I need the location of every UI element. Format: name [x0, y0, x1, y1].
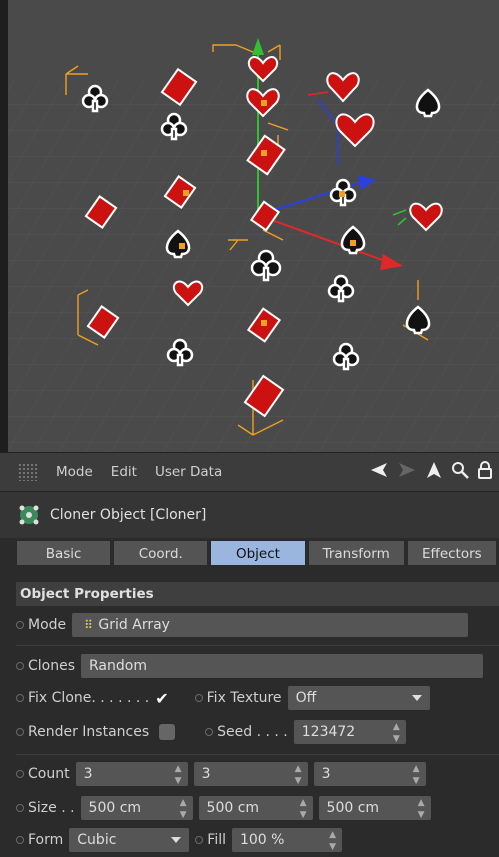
count-x-field[interactable]: 3 ▲ ▼	[75, 762, 188, 787]
divider	[16, 645, 499, 646]
viewport-scene	[8, 0, 499, 452]
size-label: Size . .	[28, 800, 75, 816]
animate-dot-icon[interactable]	[16, 836, 24, 844]
form-value: Cubic	[77, 832, 117, 848]
render-instances-checkbox[interactable]	[159, 724, 176, 740]
cloner-icon	[19, 505, 39, 525]
animate-dot-icon[interactable]	[16, 804, 24, 812]
stepper-icon[interactable]: ▲ ▼	[413, 762, 420, 787]
fill-label: Fill	[207, 832, 226, 848]
count-y-value: 3	[201, 766, 211, 782]
fill-field[interactable]: 100 % ▲ ▼	[231, 828, 342, 853]
count-row: Count 3 ▲ ▼ 3 ▲ ▼ 3 ▲ ▼	[16, 760, 426, 788]
render-instances-label: Render Instances	[28, 724, 150, 740]
menu-user-data[interactable]: User Data	[155, 464, 222, 480]
count-z-field[interactable]: 3 ▲ ▼	[313, 762, 426, 787]
chevron-down-icon	[411, 695, 422, 701]
object-title: Cloner Object [Cloner]	[50, 507, 207, 523]
stepper-icon[interactable]: ▲ ▼	[175, 762, 182, 787]
stepper-icon[interactable]: ▲ ▼	[418, 796, 425, 821]
seed-value: 123472	[301, 724, 356, 740]
fix-clone-checkbox[interactable]: ✔	[155, 689, 168, 708]
count-y-field[interactable]: 3 ▲ ▼	[193, 762, 308, 787]
viewport-3d[interactable]	[0, 0, 499, 452]
panel-grip-icon[interactable]	[18, 463, 38, 481]
fix-clone-row: Fix Clone. . . . . . . ✔ Fix Texture Off	[16, 684, 430, 712]
fix-texture-dropdown[interactable]: Off	[287, 686, 430, 710]
form-row: Form Cubic Fill 100 % ▲ ▼	[16, 826, 342, 854]
render-instances-row: Render Instances Seed . . . . 123472 ▲ ▼	[16, 718, 406, 746]
seed-field[interactable]: 123472 ▲ ▼	[293, 720, 406, 745]
size-row: Size . . 500 cm ▲ ▼ 500 cm ▲ ▼ 500 cm ▲ ▼	[16, 794, 431, 822]
count-z-value: 3	[321, 766, 331, 782]
animate-dot-icon[interactable]	[16, 694, 24, 702]
attribute-menubar: Mode Edit User Data	[0, 452, 499, 492]
animate-dot-icon[interactable]	[205, 728, 214, 736]
mode-value: Grid Array	[98, 617, 170, 633]
tab-coord[interactable]: Coord.	[113, 540, 209, 566]
clones-dropdown[interactable]: Random	[81, 654, 484, 678]
animate-dot-icon[interactable]	[195, 836, 204, 844]
stepper-icon[interactable]: ▲ ▼	[180, 796, 187, 821]
size-z-value: 500 cm	[326, 800, 380, 816]
forward-arrow-icon[interactable]	[397, 461, 417, 479]
size-y-value: 500 cm	[206, 800, 260, 816]
back-arrow-icon[interactable]	[369, 461, 389, 479]
search-icon[interactable]	[451, 461, 469, 479]
form-dropdown[interactable]: Cubic	[69, 828, 190, 852]
menu-mode[interactable]: Mode	[56, 464, 93, 480]
animate-dot-icon[interactable]	[16, 662, 24, 670]
stepper-icon[interactable]: ▲ ▼	[295, 762, 302, 787]
tab-object[interactable]: Object	[210, 540, 306, 566]
stepper-icon[interactable]: ▲ ▼	[329, 828, 336, 853]
seed-label: Seed . . . .	[217, 724, 288, 740]
chevron-down-icon	[171, 837, 182, 843]
stepper-icon[interactable]: ▲ ▼	[393, 720, 400, 745]
section-object-properties: Object Properties	[16, 582, 499, 606]
clones-row: Clones Random	[16, 652, 484, 680]
count-label: Count	[28, 766, 70, 782]
clones-label: Clones	[28, 658, 76, 674]
fix-texture-value: Off	[295, 690, 317, 706]
animate-dot-icon[interactable]	[16, 621, 24, 629]
mode-label: Mode	[28, 617, 67, 633]
divider	[16, 754, 499, 755]
mode-dropdown[interactable]: ⠿ Grid Array	[72, 613, 469, 637]
attribute-tabs: Basic Coord. Object Transform Effectors	[16, 540, 499, 568]
count-x-value: 3	[83, 766, 93, 782]
animate-dot-icon[interactable]	[16, 770, 24, 778]
fix-texture-label: Fix Texture	[206, 690, 282, 706]
tab-transform[interactable]: Transform	[307, 540, 405, 566]
fix-clone-label: Fix Clone. . . . . . .	[28, 690, 150, 706]
animate-dot-icon[interactable]	[194, 694, 203, 702]
size-y-field[interactable]: 500 cm ▲ ▼	[198, 796, 313, 821]
lock-icon[interactable]	[477, 461, 493, 479]
size-x-value: 500 cm	[88, 800, 142, 816]
size-z-field[interactable]: 500 cm ▲ ▼	[318, 796, 431, 821]
tab-basic[interactable]: Basic	[16, 540, 112, 566]
animate-dot-icon[interactable]	[16, 728, 24, 736]
object-header: Cloner Object [Cloner]	[0, 492, 499, 538]
fill-value: 100 %	[239, 832, 285, 848]
pointer-icon[interactable]	[425, 461, 443, 479]
grid-array-icon: ⠿	[84, 618, 94, 632]
mode-row: Mode ⠿ Grid Array	[16, 611, 469, 639]
stepper-icon[interactable]: ▲ ▼	[300, 796, 307, 821]
tab-effectors[interactable]: Effectors	[406, 540, 497, 566]
menu-edit[interactable]: Edit	[111, 464, 137, 480]
form-label: Form	[28, 832, 64, 848]
size-x-field[interactable]: 500 cm ▲ ▼	[80, 796, 193, 821]
